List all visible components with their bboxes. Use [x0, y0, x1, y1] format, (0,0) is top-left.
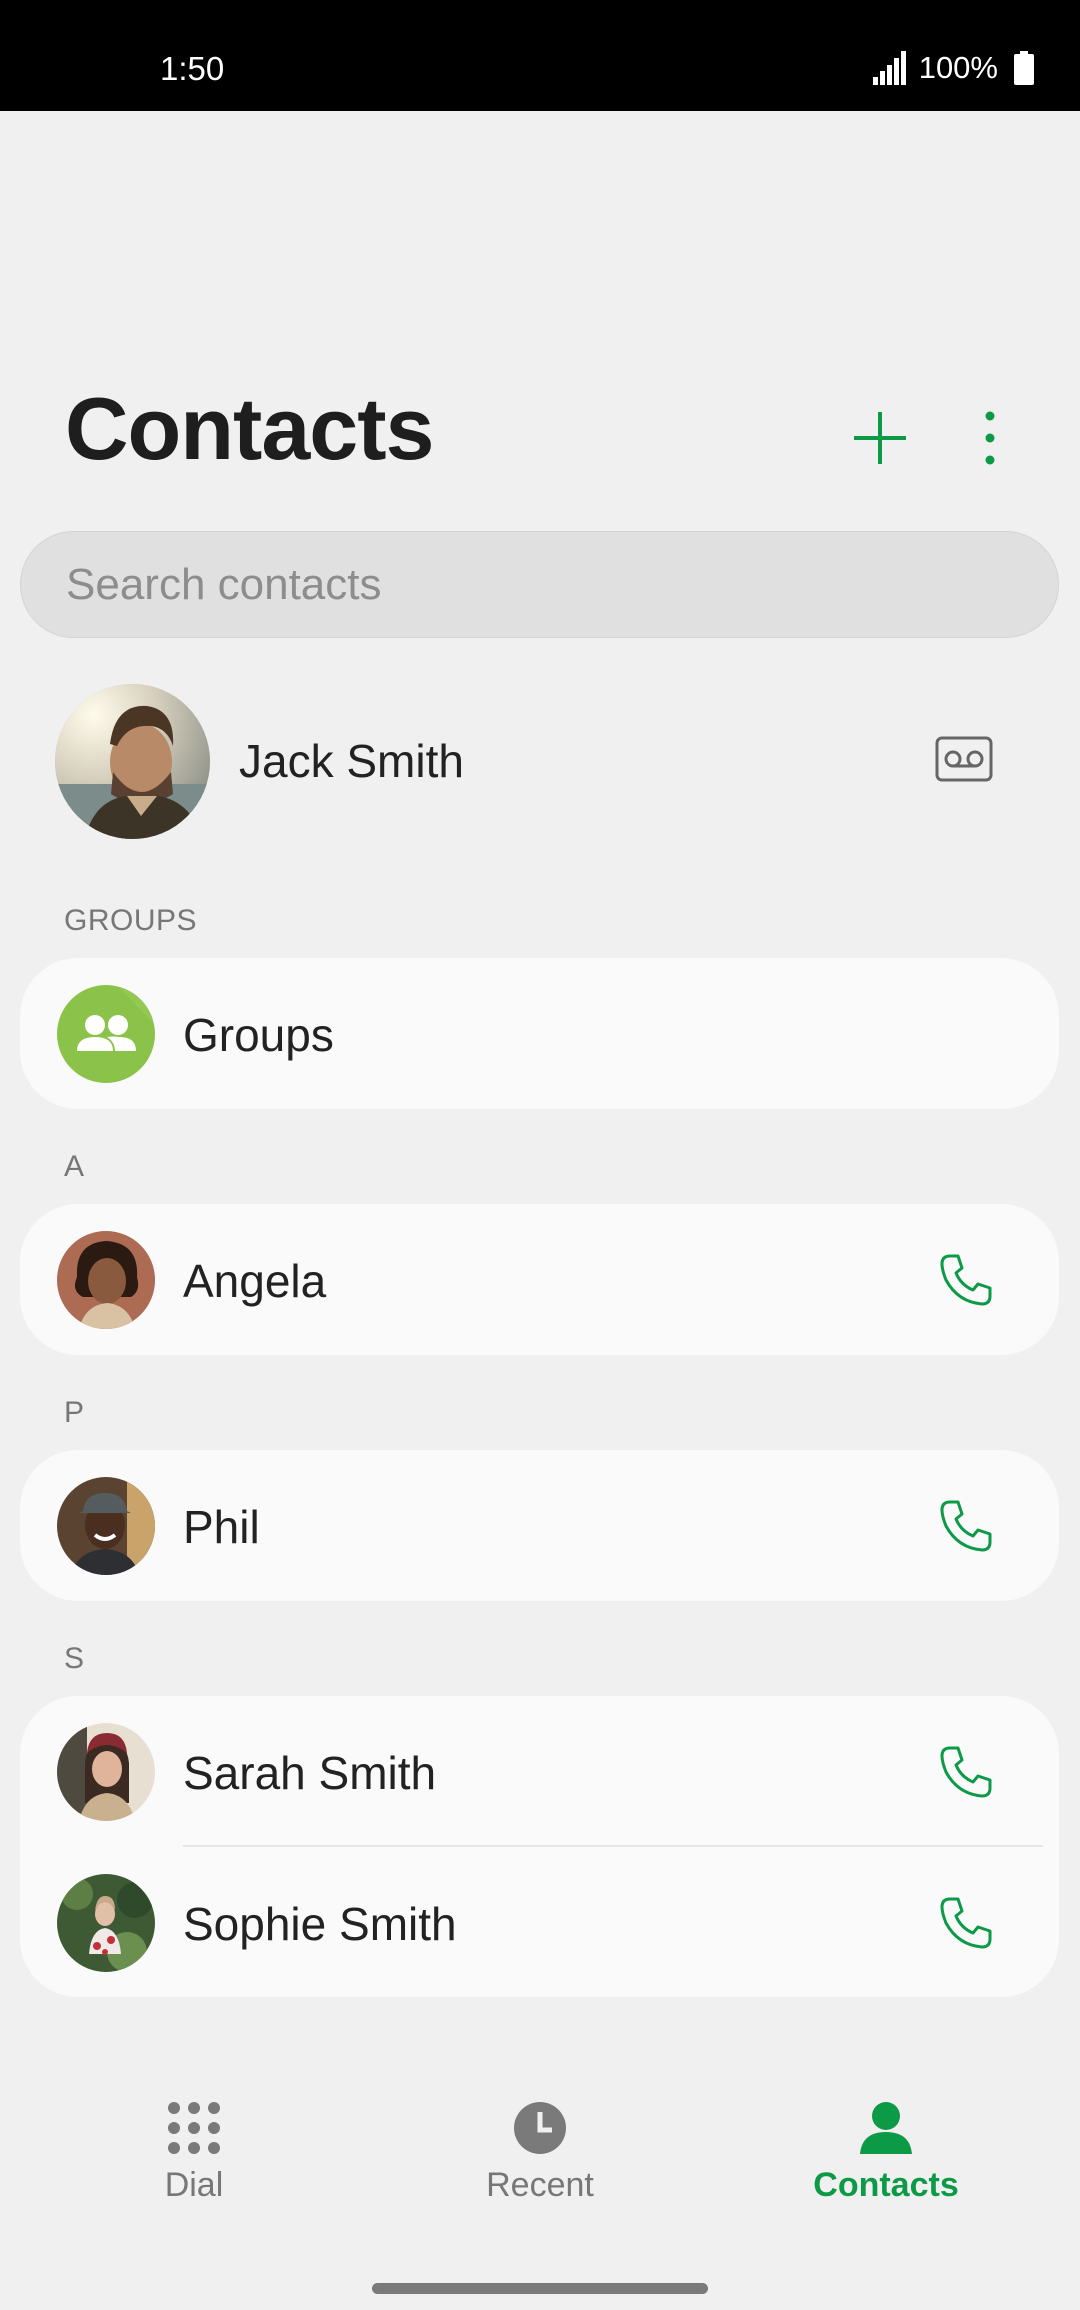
list-item-groups[interactable]: Groups — [20, 958, 1059, 1109]
more-vertical-icon — [985, 411, 995, 465]
contact-row-sarah-smith[interactable]: Sarah Smith — [20, 1696, 1059, 1847]
contact-photo — [57, 1874, 155, 1972]
section-header-groups: GROUPS — [64, 904, 198, 937]
nav-recent-label: Recent — [486, 2166, 594, 2204]
voicemail-icon — [935, 736, 993, 782]
dialpad-icon — [168, 2102, 220, 2154]
profile-photo — [55, 684, 210, 839]
avatar[interactable] — [57, 1231, 155, 1329]
add-contact-button[interactable] — [850, 408, 910, 468]
avatar[interactable] — [57, 1723, 155, 1821]
contacts-card-p: Phil — [20, 1450, 1059, 1601]
page-title: Contacts — [65, 379, 434, 478]
battery-percent: 100% — [918, 50, 998, 85]
call-button[interactable] — [938, 1252, 994, 1308]
nav-dial[interactable]: Dial — [74, 2100, 314, 2205]
search-bar[interactable] — [20, 531, 1059, 638]
my-profile-row[interactable]: Jack Smith — [55, 684, 1059, 840]
voicemail-button[interactable] — [935, 736, 993, 782]
contacts-card-a: Angela — [20, 1204, 1059, 1355]
phone-icon — [940, 1500, 992, 1552]
avatar[interactable] — [57, 1477, 155, 1575]
section-header-s: S — [64, 1642, 85, 1675]
groups-avatar — [57, 985, 155, 1083]
groups-icon — [57, 985, 155, 1083]
list-item-label: Groups — [183, 1009, 334, 1061]
phone-icon — [940, 1746, 992, 1798]
nav-recent[interactable]: Recent — [420, 2100, 660, 2205]
section-header-p: P — [64, 1396, 85, 1429]
call-button[interactable] — [938, 1498, 994, 1554]
phone-icon — [940, 1897, 992, 1949]
contact-photo — [57, 1231, 155, 1329]
more-options-button[interactable] — [975, 408, 1005, 468]
contact-row-phil[interactable]: Phil — [20, 1450, 1059, 1601]
call-button[interactable] — [938, 1895, 994, 1951]
person-icon — [860, 2102, 912, 2154]
contact-photo — [57, 1477, 155, 1575]
phone-icon — [940, 1254, 992, 1306]
contact-row-angela[interactable]: Angela — [20, 1204, 1059, 1355]
nav-contacts-label: Contacts — [813, 2166, 959, 2204]
contact-name: Sophie Smith — [183, 1898, 457, 1950]
home-indicator[interactable] — [372, 2283, 708, 2294]
contacts-card-s: Sarah Smith Sophie Smith — [20, 1696, 1059, 1997]
profile-avatar[interactable] — [55, 684, 210, 839]
battery-icon — [1014, 51, 1034, 85]
bottom-navigation: Dial Recent Contacts — [0, 2100, 1080, 2240]
contact-name: Angela — [183, 1255, 327, 1307]
search-input[interactable] — [66, 559, 1058, 610]
contact-row-sophie-smith[interactable]: Sophie Smith — [20, 1847, 1059, 1998]
contact-name: Sarah Smith — [183, 1747, 437, 1799]
contact-name: Phil — [183, 1501, 260, 1553]
avatar[interactable] — [57, 1874, 155, 1972]
nav-dial-label: Dial — [164, 2166, 224, 2204]
clock-icon — [514, 2102, 566, 2154]
groups-card: Groups — [20, 958, 1059, 1109]
plus-icon — [854, 412, 906, 464]
call-button[interactable] — [938, 1744, 994, 1800]
signal-icon — [872, 51, 906, 85]
status-bar: 1:50 100% — [0, 0, 1080, 111]
nav-contacts[interactable]: Contacts — [766, 2100, 1006, 2205]
contact-photo — [57, 1723, 155, 1821]
section-header-a: A — [64, 1150, 85, 1183]
status-indicators: 100% — [872, 48, 1034, 88]
profile-name: Jack Smith — [239, 735, 464, 787]
status-time: 1:50 — [160, 50, 225, 87]
